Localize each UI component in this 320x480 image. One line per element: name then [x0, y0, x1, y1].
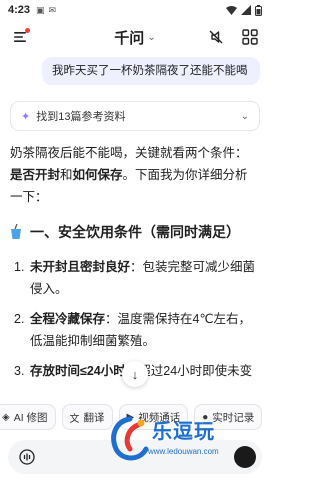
arrow-down-icon: ↓	[131, 366, 139, 382]
notification-icon: ✉	[48, 4, 57, 15]
grid-menu-button[interactable]	[240, 27, 260, 47]
watermark-url: www.ledouwan.com	[148, 447, 219, 456]
user-message-bubble[interactable]: 我昨天买了一杯奶茶隔夜了还能不能喝	[42, 57, 260, 85]
sources-dropdown[interactable]: ✦ 找到13篇参考资料 ⌄	[10, 101, 260, 131]
tool-chip-label: AI 修图	[13, 411, 48, 424]
drink-cup-icon	[11, 224, 21, 239]
list-item-bold: 未开封且密封良好	[30, 260, 131, 274]
tool-chip-ai-edit[interactable]: ◈ AI 修图	[0, 404, 56, 430]
system-icons	[226, 4, 262, 16]
answer-bold: 如何保存	[72, 168, 123, 182]
answer-bold: 是否开封	[10, 168, 61, 182]
chevron-down-icon[interactable]: ⌄	[147, 32, 155, 43]
grid-icon	[242, 29, 258, 45]
status-time: 4:23	[8, 4, 31, 16]
answer-text: 奶茶隔夜后能不能喝，关键就看两个条件：	[10, 146, 248, 160]
watermark-swirl-icon	[111, 416, 149, 461]
tool-chip-label: 翻译	[83, 411, 105, 424]
list-item: 2. 全程冷藏保存：温度需保持在4℃左右，低温能抑制细菌繁殖。	[14, 308, 258, 352]
watermark-logo: 乐逗玩 www.ledouwan.com	[108, 413, 264, 471]
list-item-text: 全程冷藏保存：温度需保持在4℃左右，低温能抑制细菌繁殖。	[30, 308, 258, 352]
section-title: 一、安全饮用条件（需同时满足）	[10, 222, 240, 242]
battery-icon	[255, 4, 262, 16]
mute-icon	[209, 30, 223, 44]
list-number: 2.	[14, 312, 25, 326]
ai-edit-icon: ◈	[2, 411, 10, 423]
section-title-text: 一、安全饮用条件（需同时满足）	[30, 224, 240, 240]
unread-dot	[25, 28, 30, 33]
tool-chip-translate[interactable]: 文 翻译	[61, 404, 113, 430]
top-bar: 千问 ⌄	[0, 20, 270, 54]
notification-icon: ▣	[36, 4, 45, 15]
watermark-text: 乐逗玩	[152, 419, 215, 443]
signal-icon	[241, 5, 251, 15]
list-item-bold: 全程冷藏保存	[30, 312, 106, 326]
wifi-icon	[226, 5, 237, 15]
list-item: 1. 未开封且密封良好：包装完整可减少细菌侵入。	[14, 256, 258, 300]
list-number: 1.	[14, 260, 25, 274]
translate-icon: 文	[69, 413, 80, 425]
list-item-text: 未开封且密封良好：包装完整可减少细菌侵入。	[30, 256, 258, 300]
list-number: 3.	[14, 364, 25, 378]
sparkle-icon: ✦	[21, 110, 31, 123]
list-item-bold: 存放时间≤24小时	[30, 364, 126, 378]
sources-label: 找到13篇参考资料	[36, 111, 126, 123]
page-title[interactable]: 千问	[114, 27, 144, 48]
chevron-down-icon: ⌄	[240, 110, 249, 122]
voice-wave-icon	[19, 449, 35, 465]
answer-text: 和	[60, 168, 73, 182]
scroll-to-bottom-button[interactable]: ↓	[122, 361, 148, 387]
mute-button[interactable]	[206, 27, 226, 47]
answer-intro: 奶茶隔夜后能不能喝，关键就看两个条件：是否开封和如何保存。下面我为你详细分析一下…	[10, 142, 258, 208]
voice-input-button[interactable]	[14, 444, 40, 470]
notification-icons: ▣ ✉	[36, 5, 56, 16]
status-bar: 4:23 ▣ ✉	[0, 0, 270, 20]
menu-button[interactable]	[10, 26, 32, 48]
